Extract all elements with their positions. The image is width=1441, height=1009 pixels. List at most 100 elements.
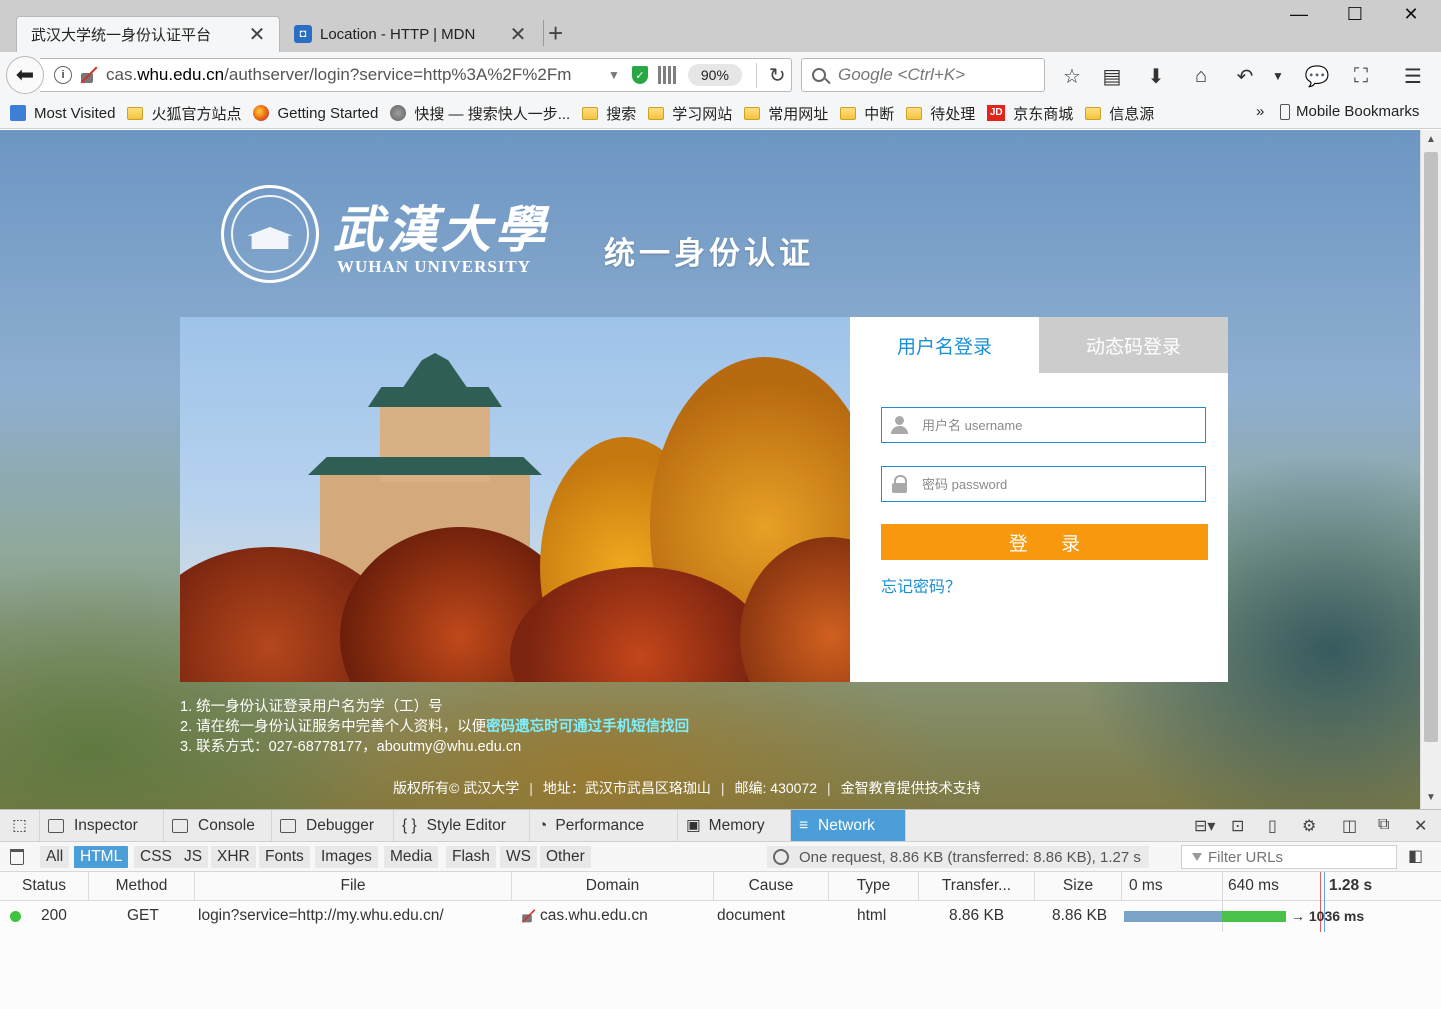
undo-icon[interactable]: ↶ (1233, 64, 1257, 88)
url-dropdown-icon[interactable]: ▼ (608, 68, 620, 82)
responsive-mode-icon[interactable]: ▯ (1268, 816, 1277, 836)
tab-dynamic-code-login[interactable]: 动态码登录 (1039, 317, 1228, 373)
tab-style-editor[interactable]: { } Style Editor (394, 810, 530, 841)
bookmark-getting-started[interactable]: Getting Started (253, 105, 378, 122)
split-console-icon[interactable]: ⊡ (1231, 816, 1244, 836)
shield-icon[interactable]: ✓ (631, 66, 648, 84)
tab-whu-login[interactable]: 武汉大学统一身份认证平台 ✕ (16, 16, 280, 52)
close-devtools-icon[interactable]: ✕ (1414, 816, 1427, 836)
timeline-tick-1280: 1.28 s (1329, 877, 1373, 894)
filter-other[interactable]: Other (540, 846, 591, 868)
filter-ws[interactable]: WS (500, 846, 537, 868)
bookmark-folder[interactable]: 信息源 (1085, 103, 1154, 124)
close-window-button[interactable]: ✕ (1383, 0, 1439, 28)
tab-memory[interactable]: ▣ Memory (678, 810, 791, 841)
bookmark-folder[interactable]: 常用网址 (744, 103, 828, 124)
bookmark-folder[interactable]: 中断 (840, 103, 894, 124)
filter-images[interactable]: Images (315, 846, 378, 868)
tab-mdn-location[interactable]: ◘ Location - HTTP | MDN ✕ (286, 16, 540, 52)
maximize-button[interactable]: ☐ (1327, 0, 1383, 28)
separate-window-icon[interactable]: ⧉ (1378, 816, 1389, 834)
bookmark-folder[interactable]: 火狐官方站点 (127, 103, 241, 124)
col-method[interactable]: Method (89, 872, 195, 900)
insecure-lock-icon[interactable] (78, 66, 96, 84)
zoom-level[interactable]: 90% (687, 64, 742, 86)
reading-list-icon[interactable]: ▤ (1100, 64, 1124, 88)
vertical-scrollbar[interactable]: ▲ ▼ (1420, 130, 1441, 809)
network-filter-bar: All HTML CSS JS XHR Fonts Images Media F… (0, 842, 1441, 872)
timeline-tick-640: 640 ms (1228, 877, 1279, 894)
filter-urls-input[interactable] (1208, 848, 1388, 866)
tab-performance[interactable]: ◔ Performance (530, 810, 678, 841)
table-row[interactable]: 200 GET login?service=http://my.whu.edu.… (0, 901, 1441, 931)
dock-side-icon[interactable]: ◫ (1342, 816, 1357, 836)
new-tab-button[interactable]: + (548, 18, 563, 49)
filter-fonts[interactable]: Fonts (259, 846, 310, 868)
col-type[interactable]: Type (829, 872, 919, 900)
bookmark-kuaisou[interactable]: 快搜 — 搜索快人一步... (390, 103, 570, 124)
filter-all[interactable]: All (40, 846, 70, 868)
filter-media[interactable]: Media (384, 846, 439, 868)
tab-network[interactable]: ≡ Network (791, 810, 906, 841)
col-status[interactable]: Status (0, 872, 89, 900)
tab-console[interactable]: Console (164, 810, 272, 841)
memory-chip-icon: ▣ (686, 817, 701, 834)
filter-js[interactable]: JS (178, 846, 209, 868)
logo-calligraphy: 武漢大學 (333, 200, 549, 259)
filter-css[interactable]: CSS (134, 846, 178, 868)
col-size[interactable]: Size (1035, 872, 1122, 900)
scroll-up-icon[interactable]: ▲ (1426, 134, 1436, 145)
filter-html[interactable]: HTML (74, 846, 129, 868)
scrollbar-thumb[interactable] (1424, 152, 1438, 742)
search-bar[interactable]: Google <Ctrl+K> (801, 58, 1045, 92)
tab-inspector[interactable]: Inspector (40, 810, 164, 841)
bookmarks-overflow-button[interactable]: » (1256, 103, 1264, 120)
request-summary[interactable]: One request, 8.86 KB (transferred: 8.86 … (767, 846, 1149, 868)
pick-element-button[interactable]: ⬚ (0, 810, 40, 841)
bookmark-folder[interactable]: 学习网站 (648, 103, 732, 124)
filter-urls-box[interactable] (1181, 845, 1397, 869)
col-domain[interactable]: Domain (512, 872, 714, 900)
qr-code-icon[interactable] (657, 66, 676, 84)
tab-username-login[interactable]: 用户名登录 (850, 317, 1039, 373)
url-text[interactable]: cas.whu.edu.cn/authserver/login?service=… (106, 65, 602, 85)
scroll-down-icon[interactable]: ▼ (1426, 792, 1436, 803)
bookmark-folder[interactable]: 搜索 (582, 103, 636, 124)
col-cause[interactable]: Cause (714, 872, 829, 900)
chat-icon[interactable]: 💬 (1305, 64, 1330, 88)
bookmark-most-visited[interactable]: Most Visited (10, 105, 115, 122)
settings-gear-icon[interactable]: ⚙ (1302, 816, 1316, 836)
mdn-favicon-icon: ◘ (294, 25, 312, 43)
close-icon[interactable]: ✕ (247, 22, 267, 47)
trash-icon[interactable] (10, 849, 24, 865)
minimize-button[interactable]: — (1271, 0, 1327, 28)
forgot-password-link[interactable]: 忘记密码？ (881, 573, 961, 597)
password-field[interactable] (881, 466, 1206, 502)
url-bar[interactable]: i cas.whu.edu.cn/authserver/login?servic… (40, 58, 792, 92)
close-icon[interactable]: ✕ (508, 22, 528, 47)
col-file[interactable]: File (195, 872, 512, 900)
screenshot-icon[interactable]: ⛶ (1349, 64, 1373, 88)
mobile-bookmarks[interactable]: Mobile Bookmarks (1280, 103, 1419, 120)
login-button[interactable]: 登 录 (881, 524, 1208, 560)
chevron-down-icon[interactable]: ▼ (1266, 64, 1290, 88)
username-field[interactable] (881, 407, 1206, 443)
download-icon[interactable]: ⬇ (1144, 64, 1168, 88)
filter-xhr[interactable]: XHR (211, 846, 256, 868)
dock-options-icon[interactable]: ⊟▾ (1194, 816, 1215, 836)
toggle-sidebar-icon[interactable]: ◧ (1408, 846, 1423, 866)
filter-flash[interactable]: Flash (446, 846, 496, 868)
reload-icon[interactable]: ↻ (755, 62, 786, 88)
username-input[interactable] (922, 417, 1192, 433)
password-input[interactable] (922, 476, 1192, 492)
star-bookmark-icon[interactable]: ☆ (1060, 64, 1084, 88)
info-icon[interactable]: i (54, 66, 72, 84)
bookmark-jd[interactable]: JD 京东商城 (987, 103, 1073, 124)
note-line-1: 1. 统一身份认证登录用户名为学（工）号 (180, 699, 443, 715)
back-button[interactable]: ⬅ (6, 56, 44, 94)
bookmark-folder[interactable]: 待处理 (906, 103, 975, 124)
col-transferred[interactable]: Transfer... (919, 872, 1035, 900)
tab-debugger[interactable]: Debugger (272, 810, 394, 841)
menu-icon[interactable]: ☰ (1401, 64, 1425, 88)
home-icon[interactable]: ⌂ (1189, 64, 1213, 88)
